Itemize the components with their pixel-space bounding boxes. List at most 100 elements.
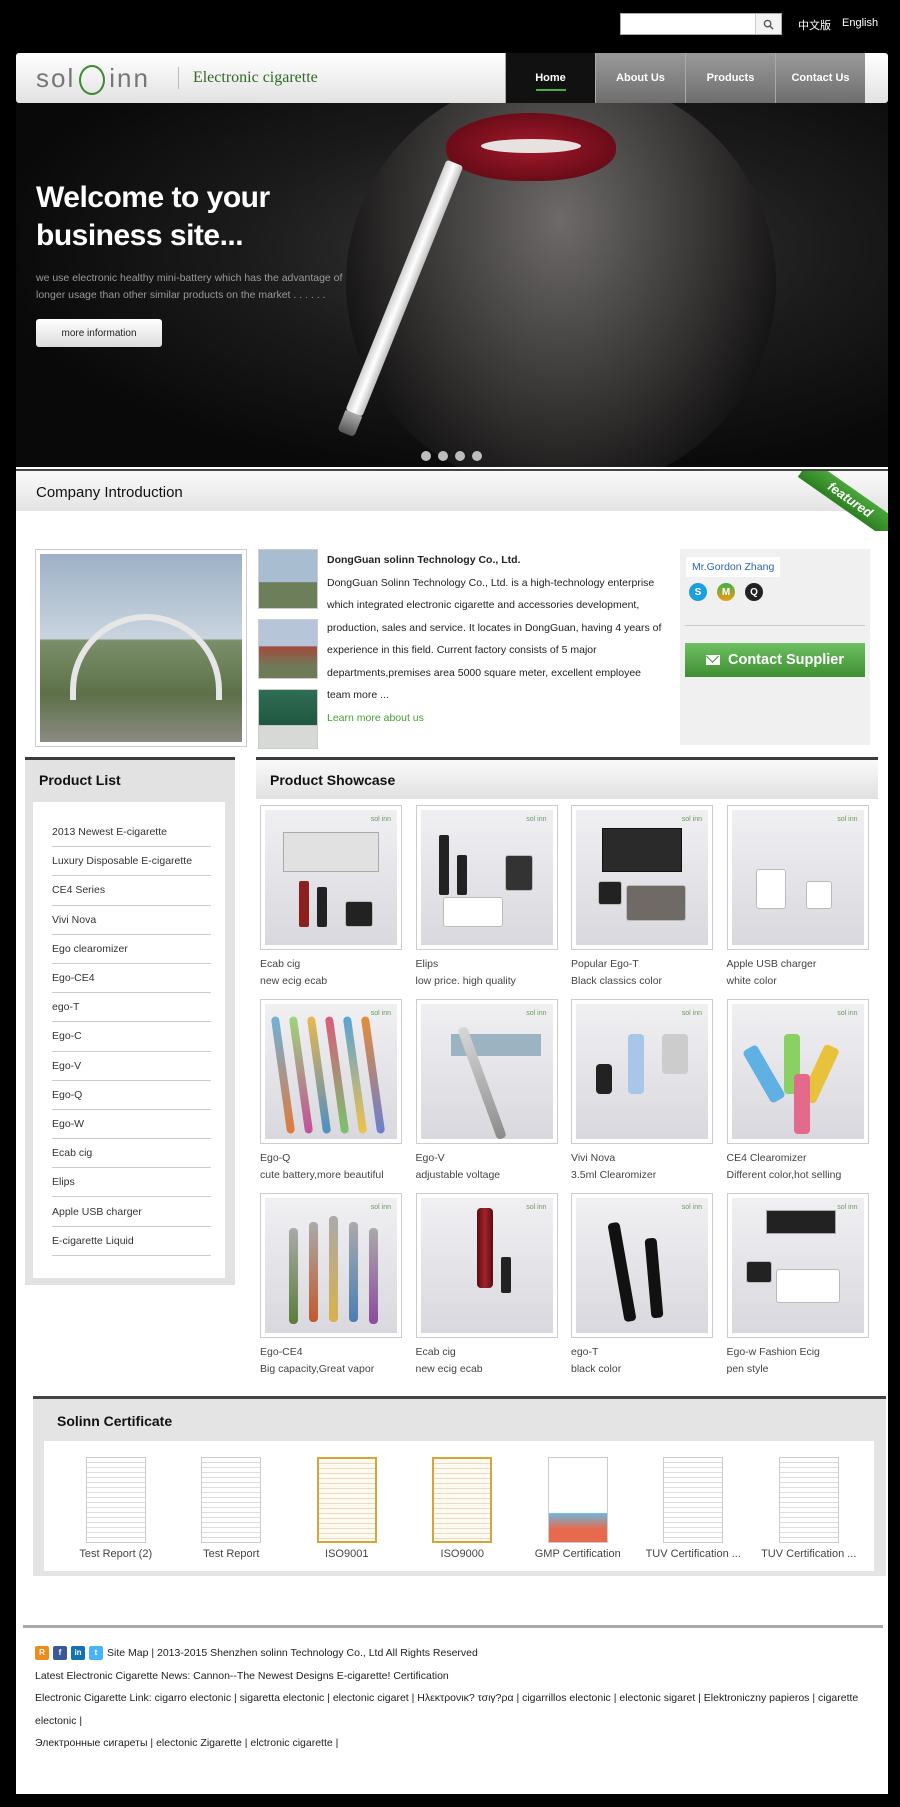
certificate-label[interactable]: GMP Certification: [520, 1548, 636, 1560]
product-list-item[interactable]: Luxury Disposable E-cigarette: [52, 847, 211, 877]
rss-icon[interactable]: R: [35, 1646, 49, 1661]
product-name[interactable]: Ego-CE4: [260, 1346, 416, 1358]
company-thumbnail[interactable]: [258, 549, 318, 609]
more-information-button[interactable]: more information: [36, 319, 162, 347]
slider-dot[interactable]: [438, 451, 448, 461]
company-photo[interactable]: [35, 549, 247, 747]
product-card[interactable]: sol inn Ego-Q cute battery,more beautifu…: [260, 999, 416, 1185]
product-image[interactable]: sol inn: [415, 1193, 558, 1338]
nav-about-us[interactable]: About Us: [595, 53, 685, 103]
product-list-item[interactable]: Ecab cig: [52, 1139, 211, 1169]
product-name[interactable]: Ego-w Fashion Ecig: [727, 1346, 883, 1358]
linkedin-icon[interactable]: in: [71, 1646, 85, 1661]
certificate-label[interactable]: TUV Certification ...: [751, 1548, 867, 1560]
product-image[interactable]: sol inn: [571, 1193, 713, 1338]
product-name[interactable]: ego-T: [571, 1346, 727, 1358]
certificate-label[interactable]: Test Report (2): [58, 1548, 174, 1560]
product-name[interactable]: Apple USB charger: [727, 958, 883, 970]
lang-chinese-link[interactable]: 中文版: [798, 17, 831, 33]
certificate-item[interactable]: ISO9001: [289, 1457, 405, 1560]
certificate-image[interactable]: [547, 1457, 608, 1543]
certificate-image[interactable]: [778, 1457, 839, 1543]
twitter-icon[interactable]: t: [89, 1646, 103, 1661]
product-list-item[interactable]: Ego-CE4: [52, 964, 211, 994]
product-list-item[interactable]: E-cigarette Liquid: [52, 1227, 211, 1256]
product-image[interactable]: sol inn: [571, 999, 713, 1144]
certificate-image[interactable]: [432, 1457, 493, 1543]
product-card[interactable]: sol inn Ego-V adjustable voltage: [415, 999, 572, 1185]
product-name[interactable]: Ecab cig: [260, 958, 416, 970]
product-card[interactable]: sol inn Popular Ego-T Black classics col…: [571, 805, 727, 991]
product-card[interactable]: sol inn Ecab cig new ecig ecab: [415, 1193, 572, 1379]
product-list-item[interactable]: CE4 Series: [52, 876, 211, 906]
product-card[interactable]: sol inn Vivi Nova 3.5ml Clearomizer: [571, 999, 727, 1185]
facebook-icon[interactable]: f: [53, 1646, 67, 1661]
certificate-image[interactable]: [663, 1457, 724, 1543]
product-image[interactable]: sol inn: [571, 805, 713, 950]
certificate-label[interactable]: ISO9001: [289, 1548, 405, 1560]
product-name[interactable]: Elips: [416, 958, 572, 970]
certificate-item[interactable]: GMP Certification: [520, 1457, 636, 1560]
product-list-item[interactable]: Elips: [52, 1168, 211, 1198]
product-name[interactable]: Popular Ego-T: [571, 958, 727, 970]
product-list-item[interactable]: 2013 Newest E-cigarette: [52, 818, 211, 848]
slider-dot[interactable]: [472, 451, 482, 461]
product-card[interactable]: sol inn Ego-CE4 Big capacity,Great vapor: [260, 1193, 416, 1379]
learn-more-link[interactable]: Learn more about us: [327, 707, 667, 730]
qq-icon[interactable]: Q: [745, 583, 763, 601]
product-name[interactable]: Ego-V: [416, 1152, 572, 1164]
product-list-item[interactable]: Apple USB charger: [52, 1197, 211, 1227]
product-image[interactable]: sol inn: [260, 999, 402, 1144]
product-list-item[interactable]: Ego-Q: [52, 1081, 211, 1110]
footer-copyright[interactable]: Site Map | 2013-2015 Shenzhen solinn Tec…: [107, 1647, 478, 1659]
product-image[interactable]: sol inn: [726, 805, 869, 950]
product-card[interactable]: sol inn Ego-w Fashion Ecig pen style: [726, 1193, 883, 1379]
product-image[interactable]: sol inn: [726, 999, 869, 1144]
product-list-item[interactable]: Vivi Nova: [52, 906, 211, 935]
certificate-item[interactable]: TUV Certification ...: [751, 1457, 867, 1560]
footer-links[interactable]: Electronic Cigarette Link: cigarro elect…: [35, 1687, 875, 1732]
product-image[interactable]: sol inn: [260, 805, 402, 950]
footer-news[interactable]: Latest Electronic Cigarette News: Cannon…: [35, 1665, 875, 1688]
footer-links-2[interactable]: Электронные сигареты | electonic Zigaret…: [35, 1732, 875, 1755]
product-list-item[interactable]: ego-T: [52, 993, 211, 1023]
product-card[interactable]: sol inn Apple USB charger white color: [726, 805, 883, 991]
product-image[interactable]: sol inn: [260, 1193, 402, 1338]
product-card[interactable]: sol inn ego-T black color: [571, 1193, 727, 1379]
nav-products[interactable]: Products: [685, 53, 775, 103]
nav-home[interactable]: Home: [505, 53, 595, 103]
product-card[interactable]: sol inn CE4 Clearomizer Different color,…: [726, 999, 883, 1185]
certificate-label[interactable]: TUV Certification ...: [636, 1548, 752, 1560]
product-name[interactable]: Vivi Nova: [571, 1152, 727, 1164]
site-logo[interactable]: sol inn Electronic cigarette: [36, 61, 318, 95]
certificate-item[interactable]: TUV Certification ...: [636, 1457, 752, 1560]
product-name[interactable]: Ecab cig: [416, 1346, 572, 1358]
certificate-item[interactable]: ISO9000: [405, 1457, 521, 1560]
search-input[interactable]: [621, 14, 753, 34]
certificate-item[interactable]: Test Report (2): [58, 1457, 174, 1560]
search-button[interactable]: [755, 14, 781, 34]
contact-person-name[interactable]: Mr.Gordon Zhang: [686, 557, 781, 577]
product-image[interactable]: sol inn: [415, 805, 558, 950]
skype-icon[interactable]: S: [689, 583, 707, 601]
certificate-item[interactable]: Test Report: [174, 1457, 290, 1560]
certificate-image[interactable]: [201, 1457, 262, 1543]
nav-contact-us[interactable]: Contact Us: [775, 53, 865, 103]
product-list-item[interactable]: Ego-W: [52, 1110, 211, 1140]
product-name[interactable]: Ego-Q: [260, 1152, 416, 1164]
product-list-item[interactable]: Ego-V: [52, 1052, 211, 1081]
product-list-item[interactable]: Ego clearomizer: [52, 935, 211, 964]
slider-dot[interactable]: [455, 451, 465, 461]
certificate-label[interactable]: ISO9000: [405, 1548, 521, 1560]
slider-dot[interactable]: [421, 451, 431, 461]
product-list-item[interactable]: Ego-C: [52, 1022, 211, 1052]
certificate-image[interactable]: [316, 1457, 377, 1543]
product-card[interactable]: sol inn Elips low price. high quality: [415, 805, 572, 991]
company-thumbnail[interactable]: [258, 689, 318, 749]
product-image[interactable]: sol inn: [415, 999, 558, 1144]
lang-english-link[interactable]: English: [842, 17, 878, 29]
product-image[interactable]: sol inn: [726, 1193, 869, 1338]
msn-icon[interactable]: M: [717, 583, 735, 601]
contact-supplier-button[interactable]: Contact Supplier: [685, 643, 865, 677]
certificate-image[interactable]: [85, 1457, 146, 1543]
